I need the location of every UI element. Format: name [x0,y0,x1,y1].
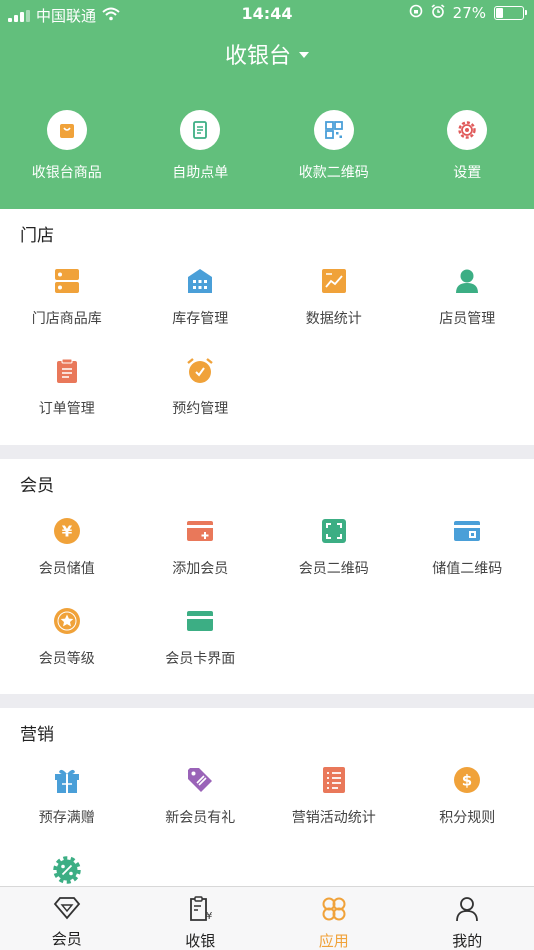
quick-action-label: 收款二维码 [298,165,369,181]
receipt-icon: ¥ [187,896,213,926]
tab-label: 应用 [318,932,349,950]
svg-text:¥: ¥ [206,911,212,922]
chart-icon [320,267,348,295]
alarm-clock-icon [186,357,214,385]
section-title: 会员 [20,476,54,496]
grid-label: 门店商品库 [31,311,102,327]
grid-label: 订单管理 [38,401,95,417]
add-card-icon [186,517,214,545]
tab-cashier[interactable]: ¥ 收银 [134,887,268,950]
alarm-icon [431,4,445,22]
grid-item-member-card[interactable]: 会员卡界面 [134,607,268,668]
battery-icon [494,6,527,20]
quick-action-label: 自助点单 [172,165,229,181]
shopping-bag-icon [46,110,87,150]
quick-action-label: 收银台商品 [31,165,102,181]
grid-label: 新会员有礼 [165,810,236,826]
tag-icon [186,766,214,794]
grid-label: 会员卡界面 [165,651,236,667]
grid-label: 储值二维码 [432,561,503,577]
caret-down-icon [299,52,309,58]
dollar-coin-icon: $ [453,766,481,794]
grid-item-prepaid-gift[interactable]: 预存满赠 [0,766,134,827]
qr-code-icon [313,110,354,150]
section-member: 会员 ¥ 会员储值 添加会员 会员二维码 储值二维码 会员等级 会员卡界面 [0,459,534,694]
status-bar: 中国联通 14:44 27% [0,0,534,28]
section-store: 门店 门店商品库 库存管理 数据统计 店员管理 订单管理 预约管理 [0,209,534,445]
grid-item-member-qr[interactable]: 会员二维码 [267,517,401,578]
server-icon [53,267,81,295]
grid-label: 会员二维码 [298,561,369,577]
tab-profile[interactable]: 我的 [401,887,534,950]
tab-label: 我的 [452,932,483,950]
section-marketing: 营销 预存满赠 新会员有礼 营销活动统计 $ 积分规则 [0,708,534,888]
grid-label: 会员储值 [38,561,95,577]
grid-item-statistics[interactable]: 数据统计 [267,267,401,328]
section-title: 营销 [20,725,54,745]
grid-item-orders[interactable]: 订单管理 [0,357,134,418]
order-list-icon [180,110,221,150]
rotation-lock-icon [409,4,423,22]
section-title: 门店 [20,226,54,246]
grid-item-campaign-stats[interactable]: 营销活动统计 [267,766,401,827]
grid-label: 会员等级 [38,651,95,667]
quick-actions: 收银台商品 自助点单 收款二维码 设置 [0,110,534,182]
grid-item-store-products[interactable]: 门店商品库 [0,267,134,328]
tab-member[interactable]: 会员 [0,887,134,950]
tab-apps[interactable]: 应用 [267,887,401,950]
quick-action-label: 设置 [453,165,482,181]
grid-label: 预约管理 [172,401,229,417]
quick-action-payment-qr[interactable]: 收款二维码 [267,110,401,182]
grid-item-inventory[interactable]: 库存管理 [134,267,268,328]
grid-item-staff[interactable]: 店员管理 [401,267,534,328]
diamond-icon [53,896,81,924]
header: 中国联通 14:44 27% 收银台 收银台商品 自助点单 收款二维码 设置 [0,0,534,209]
tab-label: 会员 [51,930,82,948]
grid-label: 营销活动统计 [291,810,376,826]
grid-item-points-rules[interactable]: $ 积分规则 [401,766,534,827]
scan-icon [320,517,348,545]
grid-item-appointments[interactable]: 预约管理 [134,357,268,418]
grid-item-deposit-qr[interactable]: 储值二维码 [401,517,534,578]
yen-coin-icon: ¥ [53,517,81,545]
grid-item-add-member[interactable]: 添加会员 [134,517,268,578]
clover-icon [320,896,348,926]
card-icon [186,607,214,635]
tab-label: 收银 [185,932,216,950]
battery-percent: 27% [452,4,486,22]
gear-icon [447,110,488,150]
gift-icon [53,766,81,794]
discount-gear-icon [53,856,81,884]
grid-label: 数据统计 [305,311,362,327]
list-doc-icon [320,766,348,794]
svg-text:¥: ¥ [62,523,73,541]
grid-item-new-member-gift[interactable]: 新会员有礼 [134,766,268,827]
warehouse-icon [186,267,214,295]
grid-label: 店员管理 [439,311,496,327]
star-badge-icon [53,607,81,635]
page-title: 收银台 [224,44,291,69]
grid-label: 库存管理 [172,311,229,327]
person-icon [454,896,480,926]
quick-action-products[interactable]: 收银台商品 [0,110,134,182]
grid-item-member-level[interactable]: 会员等级 [0,607,134,668]
grid-label: 积分规则 [439,810,496,826]
quick-action-self-order[interactable]: 自助点单 [134,110,268,182]
tab-bar: 会员 ¥ 收银 应用 我的 [0,886,534,950]
user-icon [453,267,481,295]
qr-card-icon [453,517,481,545]
grid-label: 预存满赠 [38,810,95,826]
grid-label: 添加会员 [172,561,229,577]
svg-text:$: $ [462,772,472,790]
store-switcher[interactable]: 收银台 [0,38,534,70]
clipboard-icon [53,357,81,385]
grid-item-member-deposit[interactable]: ¥ 会员储值 [0,517,134,578]
quick-action-settings[interactable]: 设置 [401,110,534,182]
